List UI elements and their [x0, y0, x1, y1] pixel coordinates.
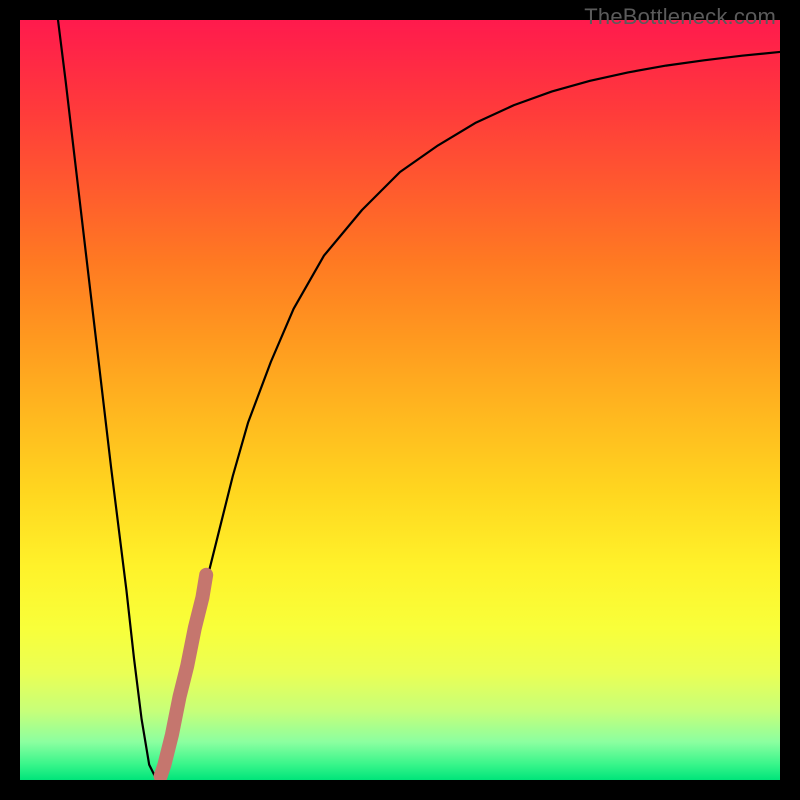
chart-frame: TheBottleneck.com [0, 0, 800, 800]
watermark-text: TheBottleneck.com [584, 4, 776, 30]
gradient-plot-area [20, 20, 780, 780]
